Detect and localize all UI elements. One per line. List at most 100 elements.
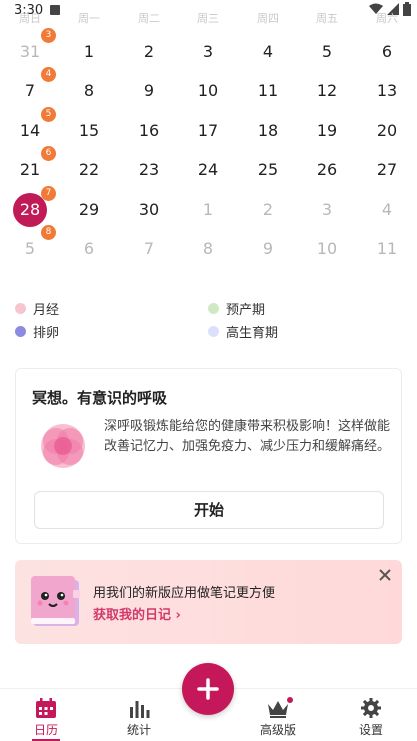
calendar-day[interactable]: 2: [243, 192, 293, 228]
calendar-day[interactable]: 6: [362, 34, 412, 70]
breathing-flower-icon: [41, 424, 85, 468]
day-number: 6: [381, 42, 393, 61]
calendar-day[interactable]: 1: [64, 34, 114, 70]
day-number: 26: [316, 160, 338, 179]
nav-settings[interactable]: 设置: [331, 689, 411, 741]
diary-book-icon: [31, 576, 80, 626]
day-number: 10: [316, 239, 338, 258]
day-number: 20: [376, 121, 398, 140]
calendar-day[interactable]: 24: [183, 152, 233, 188]
calendar-week-row: 14 5 15 16 17 18 19 20: [0, 107, 417, 153]
premium-notification-dot: [287, 697, 293, 703]
day-number: 29: [78, 200, 100, 219]
calendar-week-row: 7 4 8 9 10 11 12 13: [0, 67, 417, 113]
calendar-icon: [36, 698, 56, 718]
day-number: 4: [262, 42, 274, 61]
weekday-sun: 周日: [19, 12, 41, 25]
calendar-day[interactable]: 4: [362, 192, 412, 228]
calendar-day[interactable]: 19: [302, 113, 352, 149]
day-number: 17: [197, 121, 219, 140]
nav-stats[interactable]: 统计: [99, 689, 179, 741]
fertile-dot-icon: [208, 325, 219, 337]
calendar-day[interactable]: 8: [183, 231, 233, 267]
calendar-day[interactable]: 20: [362, 113, 412, 149]
calendar-day[interactable]: 10: [183, 73, 233, 109]
legend-due-date: 预产期: [208, 299, 266, 318]
day-number: 16: [138, 121, 160, 140]
calendar-day[interactable]: 13: [362, 73, 412, 109]
day-number: 9: [143, 81, 155, 100]
day-number: 5: [24, 239, 36, 258]
nav-premium[interactable]: 高级版: [238, 689, 318, 741]
calendar-day[interactable]: 9: [243, 231, 293, 267]
calendar-day[interactable]: 23: [124, 152, 174, 188]
calendar-day[interactable]: 18: [243, 113, 293, 149]
day-number: 13: [376, 81, 398, 100]
day-number: 10: [197, 81, 219, 100]
calendar-day[interactable]: 17: [183, 113, 233, 149]
calendar-day[interactable]: 2: [124, 34, 174, 70]
calendar-day[interactable]: 26: [302, 152, 352, 188]
day-number: 11: [376, 239, 398, 258]
day-number: 6: [83, 239, 95, 258]
day-number: 24: [197, 160, 219, 179]
calendar-day[interactable]: 58: [5, 225, 56, 267]
calendar-day[interactable]: 5: [302, 34, 352, 70]
calendar-day[interactable]: 3: [183, 34, 233, 70]
calendar-day-today[interactable]: 28 7: [5, 186, 56, 228]
calendar-day[interactable]: 4: [243, 34, 293, 70]
legend: 月经 预产期 排卵 高生育期: [0, 296, 417, 346]
calendar-week-row: 28 7 29 30 1 2 3 4: [0, 186, 417, 232]
calendar-day[interactable]: 31 3: [5, 28, 56, 70]
calendar-day[interactable]: 11: [243, 73, 293, 109]
calendar-day[interactable]: 30: [124, 192, 174, 228]
calendar-day[interactable]: 15: [64, 113, 114, 149]
calendar-week-row: 5 8 6 7 8 9 10 11: [0, 225, 417, 271]
legend-due-date-label: 预产期: [226, 302, 266, 318]
weekday-mon: 周一: [78, 12, 100, 25]
add-button[interactable]: [182, 663, 234, 715]
diary-promo-banner[interactable]: 用我们的新版应用做笔记更方便 获取我的日记 ›: [15, 560, 402, 644]
nav-premium-label: 高级版: [259, 723, 296, 737]
legend-fertile: 高生育期: [208, 322, 278, 341]
day-number: 2: [143, 42, 155, 61]
calendar-day[interactable]: 25: [243, 152, 293, 188]
cycle-day-badge: 4: [41, 67, 56, 82]
calendar-day[interactable]: 16: [124, 113, 174, 149]
day-number: 30: [138, 200, 160, 219]
weekday-wed: 周三: [197, 12, 219, 25]
calendar-day[interactable]: 22: [64, 152, 114, 188]
gear-icon: [361, 698, 381, 718]
day-number: 12: [316, 81, 338, 100]
calendar-day[interactable]: 29: [64, 192, 114, 228]
calendar-day[interactable]: 8: [64, 73, 114, 109]
day-number: 2: [262, 200, 274, 219]
day-number: 31: [19, 42, 41, 61]
calendar-day[interactable]: 11: [362, 231, 412, 267]
calendar-day[interactable]: 74: [5, 67, 56, 109]
calendar-day[interactable]: 3: [302, 192, 352, 228]
cycle-day-badge: 3: [41, 28, 56, 43]
get-diary-link[interactable]: 获取我的日记 ›: [93, 604, 181, 623]
day-number: 8: [83, 81, 95, 100]
close-icon[interactable]: [378, 568, 392, 582]
nav-calendar[interactable]: 日历: [6, 689, 86, 741]
calendar-day[interactable]: 10: [302, 231, 352, 267]
nav-stats-label: 统计: [126, 723, 151, 737]
legend-period-label: 月经: [33, 302, 60, 318]
plus-icon: [197, 678, 219, 700]
legend-ovulation: 排卵: [15, 322, 59, 341]
cycle-day-badge: 8: [41, 225, 56, 240]
calendar-day[interactable]: 7: [124, 231, 174, 267]
calendar-day[interactable]: 14 5: [5, 107, 56, 149]
start-button[interactable]: 开始: [34, 491, 384, 529]
calendar-day[interactable]: 1: [183, 192, 233, 228]
calendar-day[interactable]: 21 6: [5, 146, 56, 188]
calendar-day[interactable]: 12: [302, 73, 352, 109]
day-number: 3: [202, 42, 214, 61]
calendar-day[interactable]: 6: [64, 231, 114, 267]
calendar-day[interactable]: 9: [124, 73, 174, 109]
calendar-day[interactable]: 27: [362, 152, 412, 188]
day-number: 14: [19, 121, 41, 140]
day-number: 1: [202, 200, 214, 219]
